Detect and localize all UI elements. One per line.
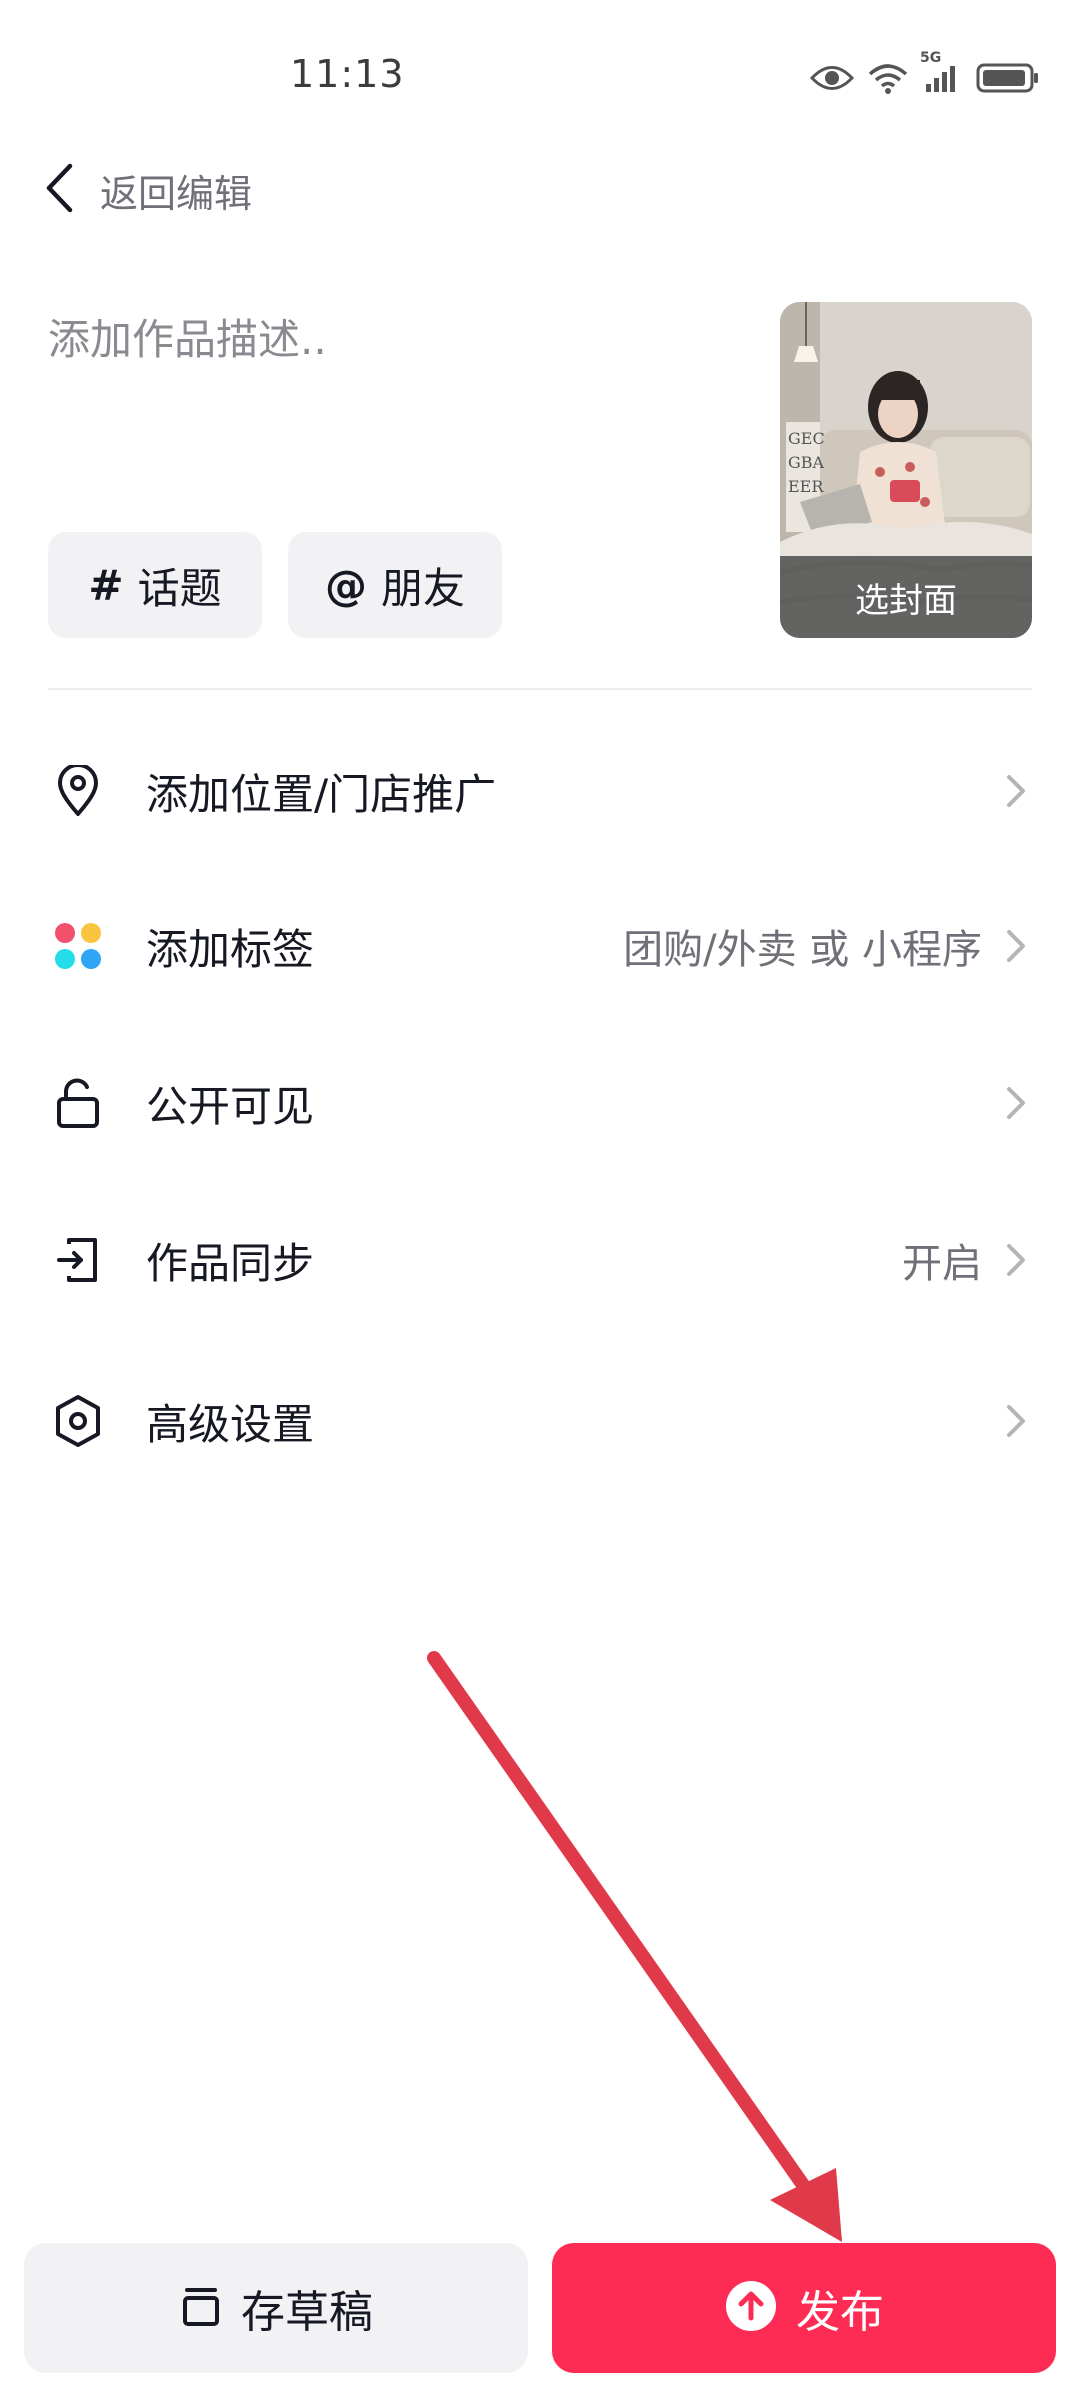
divider	[48, 688, 1032, 690]
status-time: 11:13	[290, 52, 405, 96]
location-pin-icon	[50, 763, 106, 819]
menu-item-sync[interactable]: 作品同步 开启	[0, 1200, 1080, 1320]
upload-arrow-icon	[724, 2279, 778, 2337]
menu-item-value: 团购/外卖 或 小程序	[623, 927, 982, 973]
back-arrow-icon	[44, 162, 74, 218]
back-label: 返回编辑	[100, 171, 253, 216]
menu-item-label: 添加标签	[146, 924, 315, 974]
topic-chip-label: 话题	[137, 563, 222, 613]
battery-icon	[976, 62, 1040, 94]
menu-item-visibility[interactable]: 公开可见	[0, 1043, 1080, 1163]
unlock-icon	[50, 1075, 106, 1131]
menu-item-advanced[interactable]: 高级设置	[0, 1361, 1080, 1481]
chevron-right-icon	[1007, 1405, 1025, 1437]
publish-label: 发布	[796, 2287, 884, 2338]
menu-item-location[interactable]: 添加位置/门店推广	[0, 731, 1080, 851]
cover-label: 选封面	[855, 580, 957, 621]
menu-item-label: 作品同步	[146, 1238, 315, 1288]
status-bar: 11:13 5G	[0, 0, 1080, 160]
chevron-right-icon	[1007, 775, 1025, 807]
chevron-right-icon	[1007, 1244, 1025, 1276]
svg-text:GBA: GBA	[788, 453, 825, 472]
svg-text:GEC: GEC	[788, 429, 825, 448]
friend-chip-label: 朋友	[380, 563, 465, 613]
description-input[interactable]: 添加作品描述..	[48, 306, 327, 367]
menu-item-tags[interactable]: 添加标签 团购/外卖 或 小程序	[0, 886, 1080, 1006]
sync-export-icon	[50, 1232, 106, 1288]
at-icon: @	[324, 560, 367, 610]
chevron-right-icon	[1007, 1087, 1025, 1119]
menu-item-label: 添加位置/门店推广	[146, 769, 497, 819]
draft-box-icon	[179, 2284, 223, 2332]
friend-chip-button[interactable]: @ 朋友	[288, 532, 502, 638]
save-draft-label: 存草稿	[241, 2287, 373, 2338]
hexagon-settings-icon	[50, 1393, 106, 1449]
status-icons: 5G	[810, 50, 1040, 98]
svg-text:EER: EER	[788, 477, 824, 496]
hashtag-icon: #	[88, 560, 124, 610]
save-draft-button[interactable]: 存草稿	[24, 2243, 528, 2373]
publish-screen: 11:13 5G 返回编辑 添加作品描述.. # 话题 @ 朋友 GEC GBA…	[0, 0, 1080, 2400]
menu-item-value: 开启	[902, 1241, 982, 1287]
topic-chip-button[interactable]: # 话题	[48, 532, 262, 638]
eye-icon	[810, 63, 854, 93]
cover-select-button[interactable]: GEC GBA EER 选封面	[780, 302, 1032, 638]
back-to-edit-button[interactable]: 返回编辑	[44, 155, 252, 225]
cellular-signal-icon: 5G	[920, 50, 962, 94]
colored-dots-icon	[50, 918, 106, 974]
menu-item-label: 公开可见	[146, 1081, 315, 1131]
cover-label-bar: 选封面	[780, 556, 1032, 638]
network-type-label: 5G	[920, 50, 942, 66]
wifi-icon	[868, 62, 908, 94]
chevron-right-icon	[1007, 930, 1025, 962]
publish-button[interactable]: 发布	[552, 2243, 1056, 2373]
menu-item-label: 高级设置	[146, 1399, 315, 1449]
